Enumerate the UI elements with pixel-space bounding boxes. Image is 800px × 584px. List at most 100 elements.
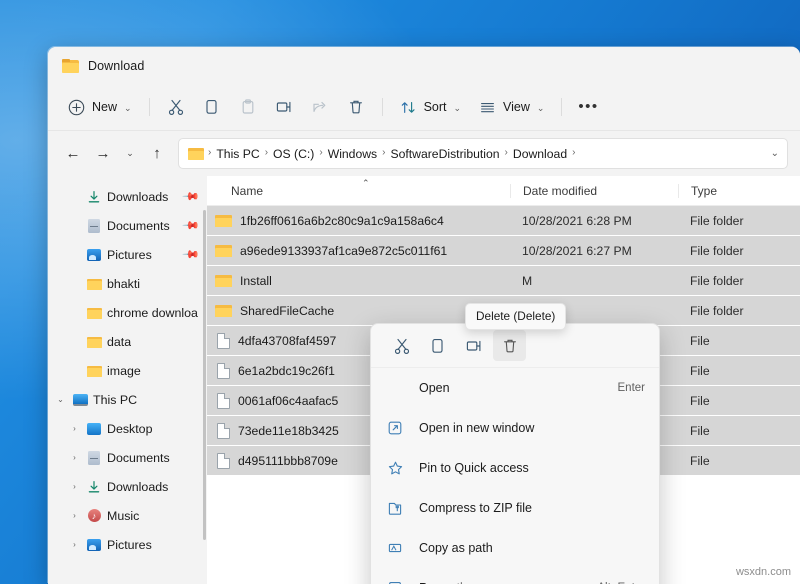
breadcrumb-separator: ›	[206, 147, 213, 158]
folder-icon	[188, 147, 204, 160]
sidebar-item-label: Desktop	[105, 422, 152, 436]
sidebar-item-this-pc[interactable]: ⌄This PC	[48, 385, 207, 414]
context-menu-item-label: Copy as path	[419, 541, 493, 555]
trash-icon	[501, 337, 519, 355]
context-menu-item-pin-to-quick-access[interactable]: Pin to Quick access	[371, 448, 659, 488]
scissors-icon	[167, 98, 185, 116]
breadcrumb-separator: ›	[263, 147, 270, 158]
expander-chevron-icon[interactable]: ›	[66, 453, 83, 462]
download-icon	[87, 190, 101, 204]
sidebar-item-documents[interactable]: Documents 📌	[48, 211, 207, 240]
new-button[interactable]: New ⌄	[62, 92, 141, 122]
sidebar-item-label: Documents	[105, 219, 170, 233]
column-header-name[interactable]: Name	[207, 184, 510, 198]
delete-icon-button[interactable]	[493, 330, 526, 361]
copy-button[interactable]	[194, 92, 230, 122]
paste-icon	[239, 98, 257, 116]
table-row[interactable]: a96ede9133937af1ca9e872c5c011f6110/28/20…	[207, 236, 800, 265]
rename-button[interactable]	[266, 92, 302, 122]
recent-locations-button[interactable]: ⌄	[118, 139, 142, 169]
context-menu-item-compress-to-zip-file[interactable]: Compress to ZIP file	[371, 488, 659, 528]
context-menu-item-open[interactable]: Open Enter	[371, 368, 659, 408]
table-row[interactable]: InstallMFile folder	[207, 266, 800, 295]
file-name-label: SharedFileCache	[240, 304, 334, 318]
pin-icon: 📌	[182, 216, 201, 235]
breadcrumb-item-windows[interactable]: Windows	[325, 147, 380, 161]
sidebar-item-label: data	[105, 335, 131, 349]
table-row[interactable]: 1fb26ff0616a6b2c80c9a1c9a158a6c410/28/20…	[207, 206, 800, 235]
sidebar-item-music[interactable]: ›♪Music	[48, 501, 207, 530]
this-pc-icon	[73, 394, 88, 406]
file-name-label: Install	[240, 274, 272, 288]
expander-chevron-icon[interactable]: ›	[66, 540, 83, 549]
address-bar[interactable]: › This PC › OS (C:) › Windows › Software…	[178, 138, 788, 169]
new-button-label: New	[92, 100, 117, 114]
properties-icon	[371, 580, 419, 584]
sidebar-scrollbar[interactable]	[203, 210, 206, 540]
copy-icon-button[interactable]	[421, 330, 454, 361]
cell-type: File	[678, 454, 800, 468]
column-header-type[interactable]: Type	[678, 184, 800, 198]
expander-chevron-icon[interactable]: ⌄	[52, 395, 69, 404]
breadcrumb-item-os-c[interactable]: OS (C:)	[270, 147, 317, 161]
sidebar-item-label: Documents	[105, 451, 170, 465]
breadcrumb-item-this-pc[interactable]: This PC	[213, 147, 262, 161]
folder-icon	[215, 274, 232, 287]
delete-button[interactable]	[338, 92, 374, 122]
context-menu-item-properties[interactable]: PropertiesAlt+Enter	[371, 568, 659, 584]
cell-type: File	[678, 424, 800, 438]
context-menu-item-open-in-new-window[interactable]: Open in new window	[371, 408, 659, 448]
up-button[interactable]: ↑	[142, 139, 172, 169]
expander-chevron-icon[interactable]: ›	[66, 424, 83, 433]
open-new-window-icon	[371, 420, 419, 436]
context-menu-item-label: Compress to ZIP file	[419, 501, 532, 515]
paste-button[interactable]	[230, 92, 266, 122]
sidebar-item-chrome-downloa[interactable]: chrome downloa	[48, 298, 207, 327]
sidebar-item-desktop[interactable]: › Desktop	[48, 414, 207, 443]
file-name-label: 1fb26ff0616a6b2c80c9a1c9a158a6c4	[240, 214, 444, 228]
sort-button-label: Sort	[424, 100, 447, 114]
back-button[interactable]: ←	[58, 139, 88, 169]
sidebar-item-data[interactable]: data	[48, 327, 207, 356]
sidebar-item-documents[interactable]: › Documents	[48, 443, 207, 472]
sidebar-item-pictures[interactable]: ›Pictures	[48, 530, 207, 559]
cut-button[interactable]	[158, 92, 194, 122]
address-dropdown-chevron-icon[interactable]: ⌄	[765, 148, 779, 159]
context-menu-item-copy-as-path[interactable]: Copy as path	[371, 528, 659, 568]
star-icon	[371, 460, 419, 477]
forward-button[interactable]: →	[88, 139, 118, 169]
column-header-date-modified[interactable]: Date modified	[510, 184, 678, 198]
expander-chevron-icon[interactable]: ›	[66, 482, 83, 491]
cut-icon-button[interactable]	[385, 330, 418, 361]
command-bar: New ⌄	[48, 84, 800, 131]
file-name-label: 4dfa43708faf4597	[238, 334, 336, 348]
sort-icon	[400, 99, 417, 116]
share-button[interactable]	[302, 92, 338, 122]
context-menu-item-accelerator: Enter	[618, 382, 646, 394]
chevron-down-icon: ⌄	[126, 148, 134, 159]
chevron-down-icon: ⌄	[124, 103, 132, 114]
cell-type: File folder	[678, 214, 800, 228]
sidebar-item-downloads[interactable]: Downloads📌	[48, 182, 207, 211]
rename-icon-button[interactable]	[457, 330, 490, 361]
expander-chevron-icon[interactable]: ›	[66, 511, 83, 520]
cut-icon	[393, 337, 411, 355]
sort-button[interactable]: Sort ⌄	[391, 92, 470, 122]
sidebar-item-pictures[interactable]: Pictures📌	[48, 240, 207, 269]
context-menu-item-label: Open	[419, 381, 450, 395]
pin-icon: 📌	[182, 187, 201, 206]
file-name-label: a96ede9133937af1ca9e872c5c011f61	[240, 244, 447, 258]
sidebar-item-image[interactable]: image	[48, 356, 207, 385]
view-button[interactable]: View ⌄	[470, 92, 553, 122]
arrow-up-icon: ↑	[153, 145, 161, 162]
sidebar-item-downloads[interactable]: ›Downloads	[48, 472, 207, 501]
see-more-button[interactable]: •••	[570, 92, 606, 122]
context-menu-item-label: Pin to Quick access	[419, 461, 529, 475]
breadcrumb-item-download[interactable]: Download	[510, 147, 570, 161]
sort-indicator-icon: ⌃	[362, 178, 370, 189]
cell-type: File folder	[678, 274, 800, 288]
address-bar-row: ← → ⌄ ↑ › This PC › OS (C:) › Windows › …	[48, 131, 800, 176]
sidebar-item-bhakti[interactable]: bhakti	[48, 269, 207, 298]
breadcrumb-item-softwaredistribution[interactable]: SoftwareDistribution	[387, 147, 502, 161]
rename-icon	[275, 98, 293, 116]
